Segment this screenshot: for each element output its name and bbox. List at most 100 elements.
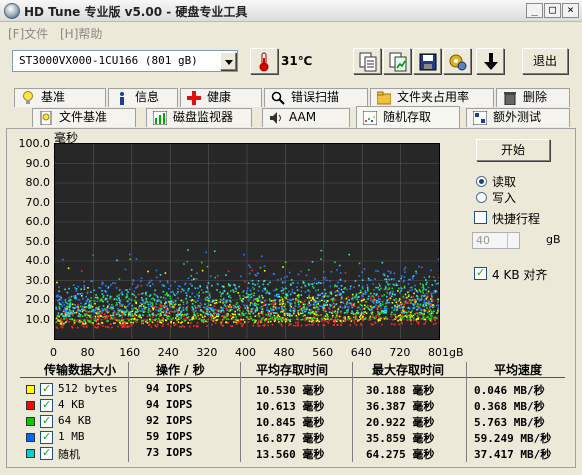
series-checkbox[interactable] <box>40 414 53 428</box>
download-button[interactable] <box>476 48 504 74</box>
data-point <box>357 312 360 314</box>
short-stroke-checkbox[interactable] <box>474 211 487 224</box>
data-point <box>199 302 202 305</box>
data-point <box>228 310 230 312</box>
data-point <box>129 253 131 256</box>
data-point <box>196 293 199 296</box>
data-point <box>279 311 282 313</box>
write-radio[interactable] <box>476 192 487 203</box>
data-point <box>165 309 167 311</box>
data-point <box>208 304 210 306</box>
data-point <box>283 276 286 279</box>
data-point <box>252 322 255 325</box>
data-point <box>392 313 395 316</box>
data-point <box>359 318 362 320</box>
settings-button[interactable] <box>443 48 471 74</box>
data-point <box>214 308 217 311</box>
data-point <box>364 304 366 307</box>
data-point <box>383 294 385 296</box>
save-button[interactable] <box>413 48 441 74</box>
data-point <box>277 293 279 295</box>
tab-disk-monitor[interactable]: 磁盘监视器 <box>146 108 252 127</box>
tab-file-benchmark[interactable]: 文件基准 <box>32 108 136 127</box>
data-point <box>148 323 151 326</box>
data-point <box>71 303 74 306</box>
data-point <box>249 315 252 318</box>
data-point <box>258 296 261 299</box>
menu-help[interactable]: [H]帮助 <box>60 25 102 42</box>
data-point <box>281 305 283 308</box>
copy-screen-button[interactable] <box>383 48 411 74</box>
copy-text-button[interactable] <box>353 48 381 74</box>
tab-folder-usage[interactable]: 文件夹占用率 <box>370 88 494 107</box>
data-point <box>237 292 240 294</box>
data-point <box>147 309 150 312</box>
series-checkbox[interactable] <box>40 398 53 412</box>
data-point <box>196 307 199 309</box>
data-point <box>94 302 96 305</box>
series-checkbox[interactable] <box>40 446 53 460</box>
data-point <box>214 316 217 319</box>
close-button[interactable]: × <box>562 3 579 18</box>
data-point <box>395 282 398 285</box>
data-point <box>208 311 211 313</box>
data-point <box>382 310 384 312</box>
data-point <box>431 298 434 301</box>
data-point <box>292 282 294 284</box>
data-point <box>153 298 155 301</box>
data-point <box>332 324 335 326</box>
data-point <box>316 308 319 311</box>
start-button[interactable]: 开始 <box>476 139 550 161</box>
data-point <box>294 302 296 305</box>
data-point <box>61 312 63 315</box>
data-point <box>85 300 88 303</box>
menu-file[interactable]: [F]文件 <box>8 25 48 42</box>
data-point <box>112 314 115 316</box>
data-point <box>281 287 284 289</box>
minimize-button[interactable]: _ <box>526 3 543 18</box>
tab-random-access[interactable]: 随机存取 <box>356 106 460 128</box>
tab-erase[interactable]: 删除 <box>496 88 570 107</box>
data-point <box>297 323 299 326</box>
data-point <box>313 282 316 284</box>
data-point <box>145 291 148 293</box>
drive-select[interactable]: ST3000VX000-1CU166 (801 gB) <box>12 50 238 72</box>
maximize-button[interactable]: □ <box>544 3 561 18</box>
data-point <box>297 273 300 276</box>
chevron-down-icon[interactable] <box>220 52 236 70</box>
data-point <box>90 306 92 309</box>
series-checkbox[interactable] <box>40 382 53 396</box>
data-point <box>244 321 246 323</box>
data-point <box>327 315 329 318</box>
tab-health[interactable]: 健康 <box>180 88 262 107</box>
data-point <box>242 323 245 325</box>
data-point <box>399 314 401 316</box>
data-point <box>385 311 387 314</box>
align-4kb-checkbox[interactable] <box>474 266 487 280</box>
exit-button[interactable]: 退出 <box>522 48 568 74</box>
short-stroke-spinner[interactable]: 40 <box>472 232 520 249</box>
data-point <box>265 319 268 322</box>
data-point <box>389 290 392 293</box>
data-point <box>241 300 244 303</box>
tab-aam[interactable]: AAM <box>262 108 350 127</box>
data-point <box>327 300 329 302</box>
read-radio[interactable] <box>476 176 487 187</box>
data-point <box>122 320 124 323</box>
data-point <box>193 314 195 316</box>
tab-extra-tests[interactable]: 额外测试 <box>466 108 570 127</box>
tab-error-scan[interactable]: 错误扫描 <box>264 88 368 107</box>
data-point <box>151 302 154 304</box>
data-point <box>79 293 82 295</box>
data-point <box>162 296 165 299</box>
spinner-arrows-icon[interactable] <box>507 233 519 248</box>
tab-info[interactable]: 信息 <box>108 88 178 107</box>
data-point <box>268 292 271 294</box>
data-point <box>287 301 289 303</box>
data-point <box>180 326 183 328</box>
series-checkbox[interactable] <box>40 430 53 444</box>
temperature-button[interactable] <box>250 48 278 74</box>
tab-benchmark[interactable]: 基准 <box>14 88 106 107</box>
data-point <box>248 272 251 275</box>
data-point <box>245 305 248 308</box>
